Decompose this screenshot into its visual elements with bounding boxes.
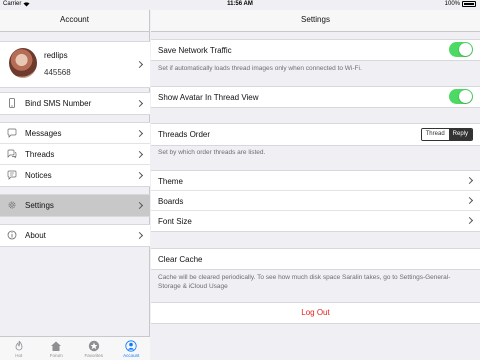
star-icon xyxy=(88,340,99,352)
threads-order-segmented-control: Thread Reply xyxy=(420,128,473,141)
chevron-right-icon xyxy=(465,176,474,185)
save-traffic-toggle[interactable] xyxy=(449,42,473,57)
tab-label: Forum xyxy=(49,353,63,358)
clear-cache-label: Clear Cache xyxy=(158,255,203,264)
clear-cache-group: Clear Cache xyxy=(151,248,480,270)
menu-item-theme[interactable]: Theme xyxy=(151,171,480,191)
notice-icon xyxy=(7,170,17,180)
gear-icon xyxy=(8,201,16,209)
settings-pane: Settings Save Network Traffic Set if aut… xyxy=(151,10,480,360)
account-title: Account xyxy=(0,10,149,32)
chevron-right-icon xyxy=(135,150,144,159)
logout-button[interactable]: Log Out xyxy=(151,302,480,324)
tab-label: Account xyxy=(123,353,140,358)
segment-reply[interactable]: Reply xyxy=(448,129,472,140)
threads-order-row: Threads Order Thread Reply xyxy=(151,124,480,145)
sidebar-item-messages[interactable]: Messages xyxy=(0,123,150,144)
threads-order-label: Threads Order xyxy=(158,130,211,139)
threads-icon xyxy=(7,149,17,159)
show-avatar-toggle[interactable] xyxy=(449,89,473,104)
tab-bar: Hot Forum Favorites Account xyxy=(0,336,150,360)
save-traffic-label: Save Network Traffic xyxy=(158,46,232,55)
chevron-right-icon xyxy=(135,231,144,240)
house-icon xyxy=(51,341,62,351)
profile-uid: 445568 xyxy=(44,68,71,77)
chevron-right-icon xyxy=(135,99,144,108)
battery-percent: 100% xyxy=(444,1,460,7)
sidebar-item-label: Threads xyxy=(25,150,55,159)
chevron-right-icon xyxy=(135,171,144,180)
sidebar-item-label: Settings xyxy=(25,201,54,210)
tab-hot[interactable]: Hot xyxy=(0,337,38,360)
show-avatar-group: Show Avatar In Thread View xyxy=(151,86,480,108)
menu-item-label: Theme xyxy=(158,177,183,186)
chat-bubble-icon xyxy=(7,128,17,138)
sidebar-item-label: About xyxy=(25,231,46,240)
menu-item-boards[interactable]: Boards xyxy=(151,191,480,211)
status-time: 11:56 AM xyxy=(227,1,253,7)
sidebar-item-notices[interactable]: Notices xyxy=(0,165,150,186)
person-icon xyxy=(125,340,137,352)
avatar xyxy=(9,48,37,78)
phone-icon xyxy=(9,98,15,108)
sidebar-item-settings[interactable]: Settings xyxy=(0,195,150,216)
flame-icon xyxy=(15,340,23,351)
save-traffic-group: Save Network Traffic xyxy=(151,39,480,61)
profile-row[interactable]: redlips 445568 xyxy=(0,41,150,88)
about-group: About xyxy=(0,224,150,247)
show-avatar-row: Show Avatar In Thread View xyxy=(151,87,480,107)
clear-cache-button[interactable]: Clear Cache xyxy=(151,249,480,269)
info-icon xyxy=(7,230,17,240)
menu-item-font-size[interactable]: Font Size xyxy=(151,211,480,231)
content-group: Messages Threads Notices xyxy=(0,122,150,187)
settings-title: Settings xyxy=(151,10,480,32)
chevron-right-icon xyxy=(135,60,144,69)
sidebar-item-label: Messages xyxy=(25,129,62,138)
save-traffic-row: Save Network Traffic xyxy=(151,40,480,60)
profile-username: redlips xyxy=(44,51,68,60)
sidebar-item-label: Notices xyxy=(25,171,52,180)
bind-group: Bind SMS Number xyxy=(0,92,150,115)
tab-forum[interactable]: Forum xyxy=(38,337,76,360)
menu-item-label: Font Size xyxy=(158,217,192,226)
threads-order-note: Set by which order threads are listed. xyxy=(158,149,266,156)
sidebar-item-about[interactable]: About xyxy=(0,225,150,246)
chevron-right-icon xyxy=(135,201,144,210)
settings-group: Settings xyxy=(0,194,150,217)
tab-label: Hot xyxy=(15,353,23,358)
threads-order-group: Threads Order Thread Reply xyxy=(151,123,480,146)
chevron-right-icon xyxy=(135,129,144,138)
account-pane: Account redlips 445568 Bind SMS Number M… xyxy=(0,10,150,360)
tab-favorites[interactable]: Favorites xyxy=(75,337,113,360)
sidebar-item-label: Bind SMS Number xyxy=(25,99,92,108)
chevron-right-icon xyxy=(465,196,474,205)
sidebar-item-bind-sms[interactable]: Bind SMS Number xyxy=(0,93,150,114)
tab-account[interactable]: Account xyxy=(113,337,151,360)
tab-label: Favorites xyxy=(84,353,103,358)
sidebar-item-threads[interactable]: Threads xyxy=(0,144,150,165)
chevron-right-icon xyxy=(465,216,474,225)
segment-thread[interactable]: Thread xyxy=(421,129,449,140)
show-avatar-label: Show Avatar In Thread View xyxy=(158,93,259,102)
save-traffic-note: Set if automatically loads thread images… xyxy=(158,65,362,72)
clear-cache-note: Cache will be cleared periodically. To s… xyxy=(158,274,451,290)
battery-icon xyxy=(462,1,476,7)
battery-indicator: 100% xyxy=(445,1,476,7)
status-bar: Carrier 11:56 AM 100% xyxy=(0,0,480,10)
appearance-group: Theme Boards Font Size xyxy=(151,170,480,232)
menu-item-label: Boards xyxy=(158,197,184,206)
